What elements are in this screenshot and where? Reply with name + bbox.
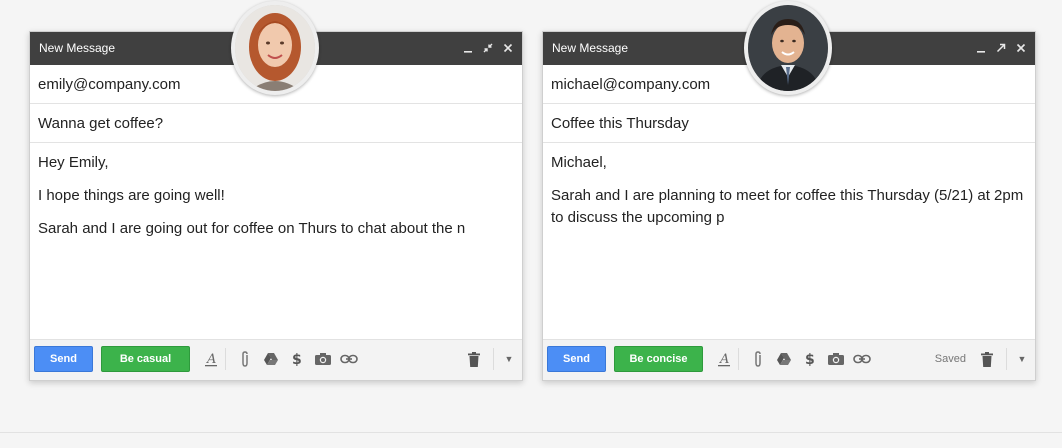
svg-text:$: $ xyxy=(292,352,302,367)
camera-icon[interactable] xyxy=(312,348,334,370)
trash-icon[interactable] xyxy=(463,348,485,370)
minimize-icon[interactable] xyxy=(462,39,474,57)
be-concise-button[interactable]: Be concise xyxy=(614,346,703,372)
compose-title: New Message xyxy=(39,41,116,55)
message-body[interactable]: Hey Emily, I hope things are going well!… xyxy=(38,152,514,251)
text-format-icon[interactable]: A xyxy=(713,348,739,370)
page-divider xyxy=(0,432,1062,433)
text-format-icon[interactable]: A xyxy=(200,348,226,370)
body-line: Michael, xyxy=(551,154,607,171)
send-button[interactable]: Send xyxy=(547,346,606,372)
toolbar-divider xyxy=(1006,348,1007,370)
be-casual-button[interactable]: Be casual xyxy=(101,346,190,372)
message-body[interactable]: Michael, Sarah and I are planning to mee… xyxy=(551,152,1027,240)
camera-icon[interactable] xyxy=(825,348,847,370)
subject-field[interactable]: Coffee this Thursday xyxy=(543,104,1035,143)
body-line: Hey Emily, xyxy=(38,154,109,171)
drive-icon[interactable] xyxy=(260,348,282,370)
drive-icon[interactable] xyxy=(773,348,795,370)
dollar-icon[interactable]: $ xyxy=(799,348,821,370)
trash-icon[interactable] xyxy=(976,348,998,370)
chevron-down-icon[interactable]: ▼ xyxy=(502,348,516,370)
svg-text:$: $ xyxy=(805,352,815,367)
link-icon[interactable] xyxy=(338,348,360,370)
attach-icon[interactable] xyxy=(234,348,256,370)
to-field[interactable]: michael@company.com xyxy=(543,65,1035,104)
body-line: Sarah and I are going out for coffee on … xyxy=(38,220,466,237)
svg-text:A: A xyxy=(206,352,216,367)
subject-field[interactable]: Wanna get coffee? xyxy=(30,104,522,143)
chevron-down-icon[interactable]: ▼ xyxy=(1015,348,1029,370)
compose-window-left: New Message emily@company.com Wanna get … xyxy=(29,1,523,381)
saved-status: Saved xyxy=(934,353,966,365)
svg-text:A: A xyxy=(719,352,729,367)
close-icon[interactable] xyxy=(502,39,514,57)
body-line: I hope things are going well! xyxy=(38,187,225,204)
to-field[interactable]: emily@company.com xyxy=(30,65,522,104)
compose-toolbar: Send Be concise A $ Saved ▼ xyxy=(543,339,1035,380)
dollar-icon[interactable]: $ xyxy=(286,348,308,370)
link-icon[interactable] xyxy=(851,348,873,370)
fullscreen-icon[interactable] xyxy=(995,39,1007,57)
compose-title: New Message xyxy=(552,41,629,55)
compose-window-right: New Message michael@company.com Coffee t… xyxy=(542,1,1036,381)
send-button[interactable]: Send xyxy=(34,346,93,372)
exit-fullscreen-icon[interactable] xyxy=(482,39,494,57)
close-icon[interactable] xyxy=(1015,39,1027,57)
body-line: Sarah and I are planning to meet for cof… xyxy=(551,187,1024,226)
compose-toolbar: Send Be casual A $ ▼ xyxy=(30,339,522,380)
toolbar-divider xyxy=(493,348,494,370)
attach-icon[interactable] xyxy=(747,348,769,370)
minimize-icon[interactable] xyxy=(975,39,987,57)
